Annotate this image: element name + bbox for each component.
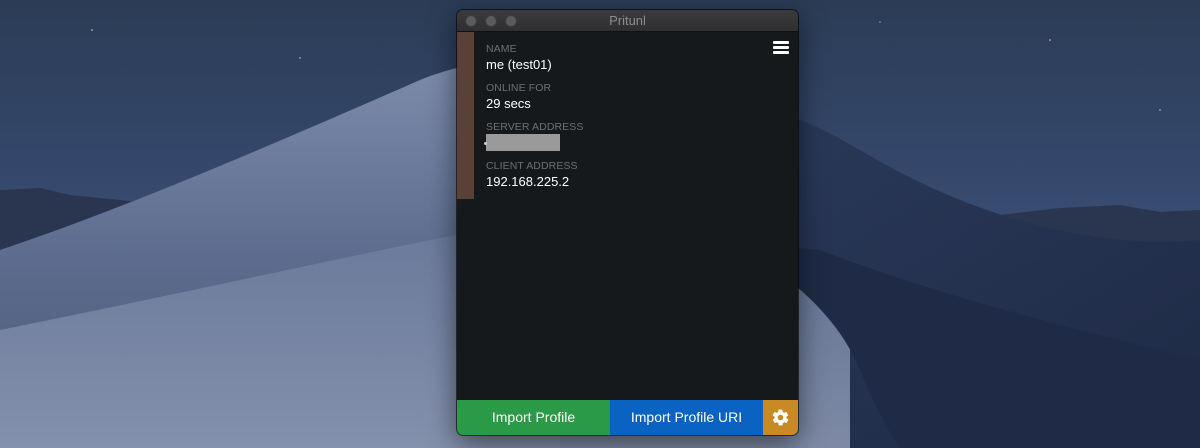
online-for-label: ONLINE FOR (486, 82, 552, 94)
import-profile-button[interactable]: Import Profile (457, 400, 610, 435)
client-address-field: CLIENT ADDRESS 192.168.225.2 (486, 160, 578, 190)
client-address-value: 192.168.225.2 (486, 174, 570, 189)
name-value: me (test01) (486, 57, 552, 72)
window-title: Pritunl (609, 13, 646, 28)
settings-button[interactable] (763, 400, 798, 435)
server-address-label: SERVER ADDRESS (486, 121, 584, 133)
online-for-field: ONLINE FOR 29 secs (486, 82, 551, 112)
online-for-value: 29 secs (486, 96, 531, 111)
footer-toolbar: Import Profile Import Profile URI (457, 400, 798, 435)
pritunl-window: Pritunl NAME me (test01) ONLINE FOR 29 s… (457, 10, 798, 435)
hamburger-menu-icon[interactable] (773, 41, 789, 55)
profile-name-field: NAME me (test01) (486, 43, 552, 73)
window-titlebar[interactable]: Pritunl (457, 10, 798, 32)
gear-icon (772, 409, 789, 426)
import-profile-uri-button[interactable]: Import Profile URI (610, 400, 763, 435)
name-label: NAME (486, 43, 517, 55)
server-address-redacted (484, 134, 560, 151)
profiles-panel: NAME me (test01) ONLINE FOR 29 secs SERV… (457, 32, 798, 400)
profile-status-bar (457, 32, 474, 199)
profile-card: NAME me (test01) ONLINE FOR 29 secs SERV… (457, 32, 798, 199)
server-address-field: SERVER ADDRESS (484, 121, 584, 155)
client-address-label: CLIENT ADDRESS (486, 160, 578, 172)
